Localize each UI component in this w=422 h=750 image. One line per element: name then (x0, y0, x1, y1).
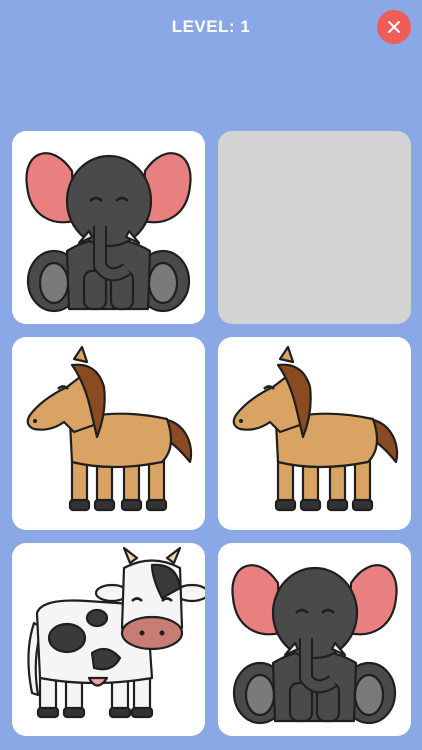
elephant-icon (25, 152, 192, 313)
card-elephant[interactable] (12, 131, 205, 324)
close-icon (388, 21, 400, 33)
close-button[interactable] (377, 10, 411, 44)
cow-icon (27, 546, 205, 719)
card-horse[interactable] (12, 337, 205, 530)
card-empty[interactable] (218, 131, 411, 324)
card-elephant[interactable] (218, 543, 411, 736)
horse-icon (232, 345, 399, 512)
top-bar: LEVEL: 1 (0, 0, 422, 56)
horse-icon (26, 345, 193, 512)
elephant-icon (231, 564, 398, 725)
card-cow[interactable] (12, 543, 205, 736)
level-title: LEVEL: 1 (171, 17, 251, 36)
card-horse[interactable] (218, 337, 411, 530)
